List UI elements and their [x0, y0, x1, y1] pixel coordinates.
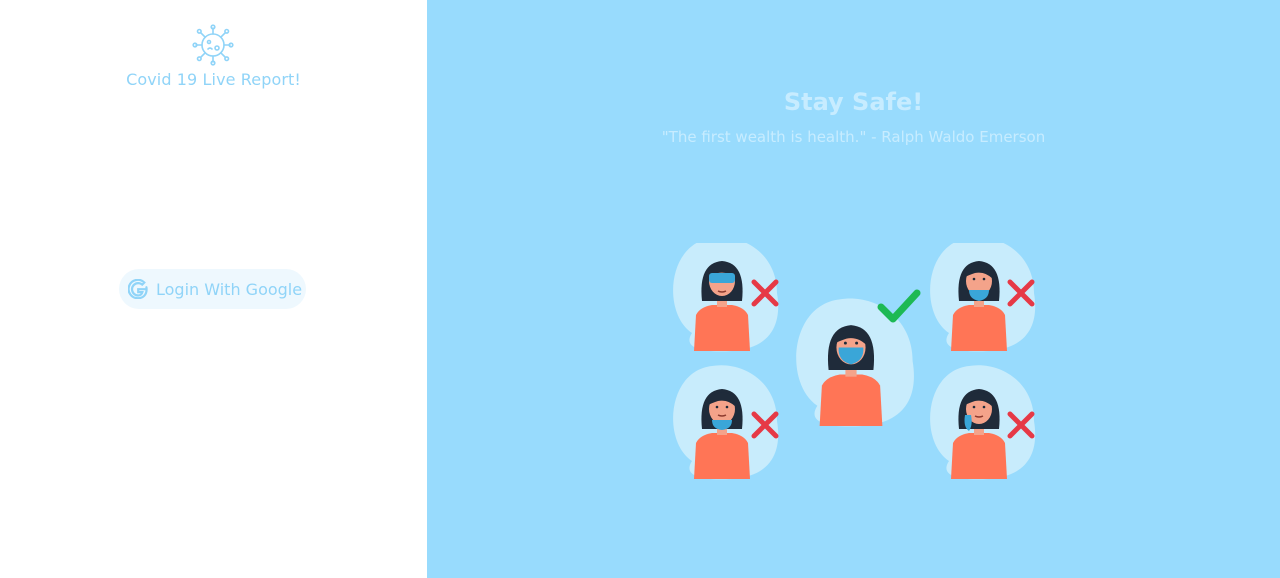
login-button-label: Login With Google: [156, 279, 303, 299]
correct-mark-icon: [877, 289, 921, 323]
app-title: Covid 19 Live Report!: [126, 70, 301, 89]
virus-icon: [192, 24, 234, 66]
google-icon: [128, 279, 148, 299]
hero-panel: Stay Safe! "The first wealth is health."…: [427, 0, 1280, 578]
hero-heading: Stay Safe!: [783, 88, 924, 116]
login-with-google-button[interactable]: Login With Google: [119, 269, 306, 309]
login-page: Covid 19 Live Report! Login With Google …: [0, 0, 1280, 578]
mask-wearing-illustration: [673, 243, 1036, 480]
hero-quote: "The first wealth is health." - Ralph Wa…: [661, 128, 1046, 146]
login-panel: Covid 19 Live Report! Login With Google: [0, 0, 427, 578]
